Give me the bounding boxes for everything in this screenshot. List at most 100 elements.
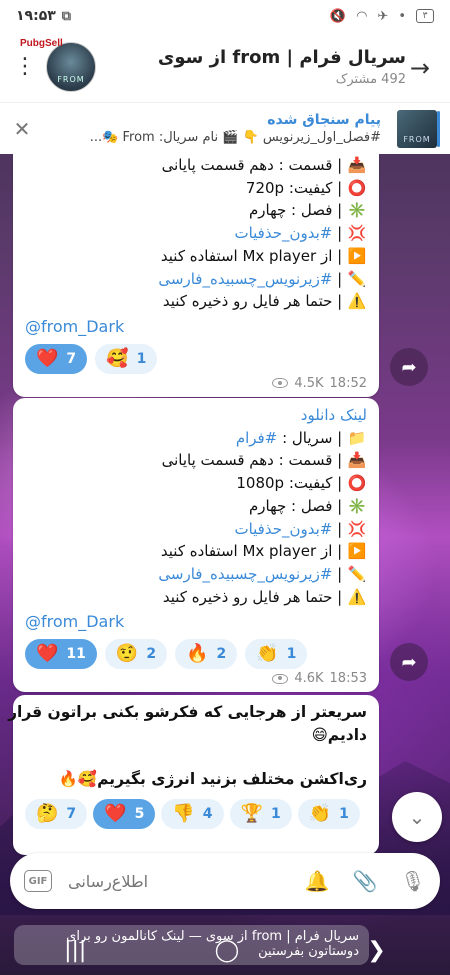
reaction-count: 7 — [66, 350, 77, 367]
scroll-down-button[interactable]: ⌄ — [392, 792, 442, 842]
back-arrow-icon[interactable]: → — [410, 54, 430, 82]
line-text: | سریال : — [277, 428, 343, 447]
anger-icon: 💢 — [347, 519, 367, 538]
line-text: | — [332, 519, 343, 538]
reaction-count: 7 — [66, 806, 77, 823]
sparkle-icon: ✳️ — [347, 201, 367, 220]
heart-icon: ❤️ — [36, 347, 59, 369]
inbox-icon: 📥 — [347, 451, 367, 470]
line-text: | — [332, 269, 343, 288]
reaction-thinking[interactable]: 🤔 7 — [25, 799, 88, 830]
dot-icon: • — [398, 8, 406, 24]
attach-icon[interactable]: 📎 — [352, 869, 378, 893]
reaction-heart[interactable]: ❤️ 5 — [93, 799, 156, 830]
message-line: 📥 | قسمت : دهم قسمت پایانی — [25, 154, 367, 177]
hashtag-link[interactable]: #زیرنویس_چسبیده_فارسی — [158, 565, 332, 583]
hashtag-link[interactable]: #بدون_حذفیات — [234, 520, 332, 538]
circle-icon: ⭕ — [347, 474, 367, 493]
wifi-icon: ◠ — [356, 8, 368, 24]
reaction-count: 1 — [286, 646, 297, 663]
message-meta: 4.6K 18:53 — [25, 671, 367, 686]
message-line: ری‌اکشن مختلف بزنید انرژی بگیریم🥰🔥 — [58, 770, 368, 789]
message-bubble[interactable]: 📥 | قسمت : دهم قسمت پایانی ⭕ | کیفیت: 72… — [13, 154, 379, 397]
home-icon[interactable]: ◯ — [215, 938, 240, 963]
reaction-count: 1 — [136, 350, 147, 367]
reaction-count: 2 — [146, 646, 157, 663]
pinned-text: پیام سنجاق شده #فصل_اول_زیرنویس 👇 🎬 نام … — [34, 112, 391, 145]
warning-icon: ⚠️ — [347, 587, 367, 606]
eye-icon — [272, 378, 289, 389]
reaction-clap[interactable]: 👏 1 — [245, 639, 308, 670]
anger-icon: 💢 — [347, 224, 367, 243]
eye-icon — [272, 673, 289, 684]
reaction-row: 🤔 7 ❤️ 5 👎 4 🏆 1 👏 1 — [25, 799, 367, 830]
message-bubble[interactable]: سریعتر از هرجایی که فکرشو بکنی براتون قر… — [8, 695, 379, 855]
close-icon[interactable]: ✕ — [10, 117, 34, 141]
reaction-row: ❤️ 7 🥰 1 — [25, 343, 367, 374]
raised-eyebrow-icon: 🤨 — [115, 643, 139, 665]
reaction-count: 2 — [216, 646, 227, 663]
message-time: 18:52 — [329, 375, 367, 391]
recent-apps-icon[interactable]: ||| — [64, 938, 86, 963]
line-text: | — [332, 224, 343, 243]
reaction-fire[interactable]: 🔥 2 — [175, 639, 238, 670]
message-line: 💢 | #بدون_حذفیات — [25, 222, 367, 245]
trophy-icon: 🏆 — [240, 803, 263, 825]
line-text: | کیفیت: 1080p — [236, 474, 343, 493]
message-bubble[interactable]: لینک دانلود 📁 | سریال : #فرام 📥 | قسمت :… — [13, 398, 379, 693]
reaction-row: ❤️ 11 🤨 2 🔥 2 👏 1 — [25, 639, 367, 670]
chat-header: ⋮ سریال فرام | from از سوی 492 مشترک → — [0, 32, 450, 102]
gif-icon[interactable]: GIF — [24, 870, 52, 892]
message-time: 18:53 — [329, 671, 367, 687]
share-icon[interactable]: ➦ — [390, 643, 428, 681]
message-line: ⚠️ | حتما هر فایل رو ذخیره کنید — [25, 290, 367, 313]
reaction-heart[interactable]: ❤️ 11 — [25, 639, 97, 670]
message-line: ✏️ | #زیرنویس_چسبیده_فارسی — [25, 268, 367, 291]
clap-icon: 👏 — [256, 643, 279, 665]
header-titles[interactable]: سریال فرام | from از سوی 492 مشترک — [96, 47, 436, 87]
message-line: ▶️ | از Mx player استفاده کنید — [25, 245, 367, 268]
pinned-title: پیام سنجاق شده — [267, 112, 381, 128]
reaction-clap[interactable]: 👏 1 — [297, 799, 360, 830]
hashtag-link[interactable]: #فرام — [236, 429, 277, 447]
folder-icon: 📁 — [347, 428, 367, 447]
pinned-thumbnail — [397, 109, 437, 148]
hashtag-link[interactable]: #بدون_حذفیات — [234, 224, 332, 242]
back-icon[interactable]: ❯ — [367, 938, 385, 963]
brand-logo: PubgSell — [20, 38, 63, 49]
line-text: | قسمت : دهم قسمت پایانی — [161, 451, 343, 470]
fire-icon: 🔥 — [186, 643, 209, 665]
reaction-thumbs-down[interactable]: 👎 4 — [161, 799, 224, 830]
line-text: | فصل : چهارم — [248, 201, 343, 220]
reaction-heart[interactable]: ❤️ 7 — [25, 343, 88, 374]
airplane-icon: ✈ — [377, 8, 389, 24]
reaction-smiling-hearts[interactable]: 🥰 1 — [95, 343, 158, 374]
pinned-body: #فصل_اول_زیرنویس 👇 🎬 نام سریال: From 🎭..… — [89, 130, 381, 145]
notification-badge: ۳ — [416, 9, 434, 23]
thumbs-down-icon: 👎 — [172, 803, 195, 825]
inbox-icon: 📥 — [347, 156, 367, 174]
pinned-message-bar[interactable]: ✕ پیام سنجاق شده #فصل_اول_زیرنویس 👇 🎬 نا… — [0, 102, 450, 154]
message-line: ✳️ | فصل : چهارم — [25, 199, 367, 222]
channel-avatar[interactable] — [46, 42, 96, 92]
channel-handle-link[interactable]: @from_Dark — [25, 317, 367, 336]
message-input[interactable] — [68, 871, 282, 891]
microphone-icon[interactable]: 🎙 — [400, 869, 426, 893]
system-nav-bar: ||| ◯ ❯ — [0, 925, 450, 975]
share-icon[interactable]: ➦ — [390, 348, 428, 386]
more-options-icon[interactable]: ⋮ — [10, 56, 40, 78]
channel-handle-link[interactable]: @from_Dark — [25, 612, 367, 631]
message-line: ▶️ | از Mx player استفاده کنید — [25, 540, 367, 563]
reaction-count: 1 — [339, 806, 349, 823]
bell-icon[interactable]: 🔔 — [304, 869, 330, 893]
hashtag-link[interactable]: #زیرنویس_چسبیده_فارسی — [158, 270, 332, 288]
circle-icon: ⭕ — [347, 178, 367, 197]
reaction-count: 4 — [202, 806, 213, 823]
line-text: | از Mx player استفاده کنید — [160, 542, 343, 561]
status-time: ۱۹:۵۳ — [16, 8, 56, 24]
reaction-count: 5 — [134, 806, 145, 823]
subscriber-count: 492 مشترک — [335, 72, 406, 87]
reaction-trophy[interactable]: 🏆 1 — [229, 799, 292, 830]
reaction-raised-eyebrow[interactable]: 🤨 2 — [104, 639, 168, 670]
message-line — [25, 746, 367, 768]
